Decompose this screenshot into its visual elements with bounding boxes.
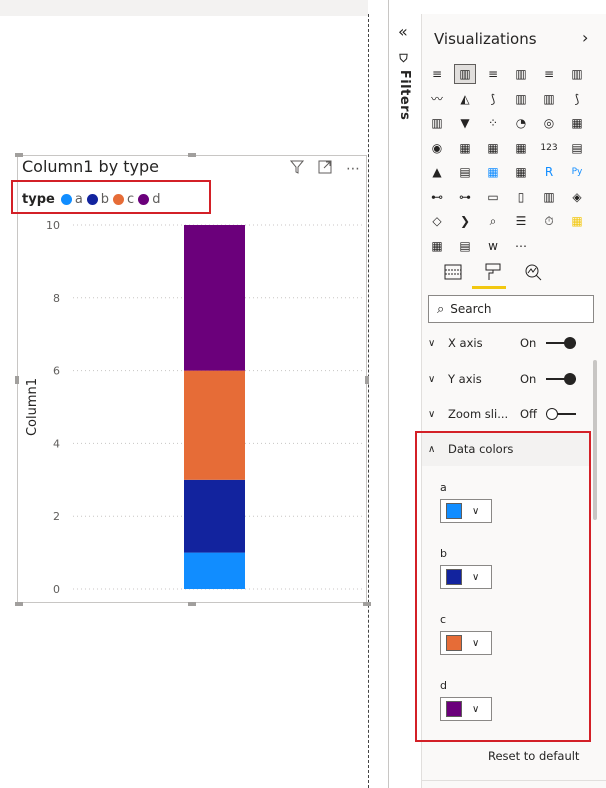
bar-segment-a[interactable]	[184, 552, 245, 589]
viz-type-icon[interactable]: ▦	[454, 138, 476, 158]
viz-type-icon[interactable]: ▤	[566, 138, 588, 158]
viz-type-icon[interactable]: ⊶	[454, 187, 476, 207]
viz-type-icon[interactable]: ▤	[454, 162, 476, 182]
viz-type-icon[interactable]: ▲	[426, 162, 448, 182]
y-tick-label: 0	[53, 583, 60, 596]
viz-type-icon[interactable]: ⋯	[510, 236, 532, 256]
zoom-slider-toggle[interactable]	[546, 408, 576, 420]
viz-type-icon[interactable]: R	[538, 162, 560, 182]
card-y-axis[interactable]: ∨ Y axis On	[428, 362, 594, 396]
viz-type-icon[interactable]: ▥	[538, 187, 560, 207]
y-axis-toggle[interactable]	[546, 373, 576, 385]
viz-type-icon[interactable]: ⊷	[426, 187, 448, 207]
viz-type-icon[interactable]: ⟆	[482, 89, 504, 109]
viz-type-icon[interactable]: ≡	[426, 64, 448, 84]
viz-type-icon[interactable]: ⌕	[482, 211, 504, 231]
pane-scrollbar[interactable]	[593, 360, 597, 520]
bar-segment-d[interactable]	[184, 225, 245, 371]
viz-type-icon[interactable]: ◈	[566, 187, 588, 207]
x-axis-toggle[interactable]	[546, 337, 576, 349]
reset-to-default-link[interactable]: Reset to default	[488, 749, 579, 763]
viz-type-icon[interactable]: ▦	[510, 162, 532, 182]
viz-type-icon[interactable]: ▥	[426, 113, 448, 133]
viz-type-icon[interactable]: ▦	[482, 138, 504, 158]
viz-type-icon[interactable]: ⟆	[566, 89, 588, 109]
viz-type-icon[interactable]: ◎	[538, 113, 560, 133]
chevron-down-icon: ∨	[428, 337, 436, 349]
active-tab-indicator	[472, 286, 506, 289]
card-x-axis[interactable]: ∨ X axis On	[428, 326, 594, 360]
viz-type-icon[interactable]: ▯	[510, 187, 532, 207]
page-boundary	[368, 14, 369, 788]
viz-type-icon[interactable]: ▭	[482, 187, 504, 207]
bar-segment-b[interactable]	[184, 479, 245, 553]
viz-type-icon[interactable]: ▦	[566, 211, 588, 231]
y-tick-label: 6	[53, 365, 60, 378]
viz-type-icon[interactable]: ▥	[510, 64, 532, 84]
viz-type-icon[interactable]: ▦	[426, 236, 448, 256]
chevron-down-icon: ∨	[428, 373, 436, 385]
divider	[422, 780, 606, 781]
bar-segment-c[interactable]	[184, 370, 245, 480]
format-icon[interactable]	[480, 262, 506, 288]
y-tick-label: 4	[53, 437, 60, 450]
viz-type-icon[interactable]: 〰	[426, 89, 448, 109]
viz-type-icon[interactable]: ▦	[566, 113, 588, 133]
legend-highlight-box	[11, 180, 211, 214]
viz-type-icon[interactable]: ▦	[482, 162, 504, 182]
viz-type-icon[interactable]: ◔	[510, 113, 532, 133]
search-input[interactable]: ⌕ Search	[428, 295, 594, 323]
fields-icon[interactable]	[440, 262, 466, 288]
viz-type-icon[interactable]: ◉	[426, 138, 448, 158]
viz-type-icon[interactable]: ▤	[454, 236, 476, 256]
viz-type-icon[interactable]: ▥	[566, 64, 588, 84]
y-tick-label: 10	[46, 219, 60, 232]
y-tick-label: 8	[53, 292, 60, 305]
chevron-right-icon[interactable]: ›	[582, 28, 588, 47]
viz-type-icon[interactable]: ⁘	[482, 113, 504, 133]
viz-type-icon[interactable]: ▼	[454, 113, 476, 133]
double-chevron-left-icon[interactable]: «	[398, 22, 408, 41]
viz-type-icon[interactable]: ≡	[538, 64, 560, 84]
card-zoom-slider[interactable]: ∨ Zoom sli... Off	[428, 397, 594, 431]
chart-plot: 0 2 4 6 8 10 Column1	[25, 219, 363, 596]
viz-type-icon[interactable]: ▥	[510, 89, 532, 109]
analytics-icon[interactable]	[520, 262, 546, 288]
viz-type-icon[interactable]: ▥	[454, 64, 476, 84]
filter-funnel-icon: ⛉	[398, 54, 411, 70]
chevron-down-icon: ∨	[428, 408, 436, 420]
viz-type-icon[interactable]: ≡	[482, 64, 504, 84]
viz-type-icon[interactable]: ☰	[510, 211, 532, 231]
viz-type-icon[interactable]: ▥	[538, 89, 560, 109]
viz-type-icon[interactable]: Py	[566, 162, 588, 182]
filters-label[interactable]: ⛉ Filters	[397, 54, 412, 120]
data-colors-highlight-box	[415, 431, 591, 742]
viz-type-icon[interactable]: ❯	[454, 211, 476, 231]
viz-type-icon[interactable]: ▦	[510, 138, 532, 158]
viz-type-icon[interactable]: 123	[538, 138, 560, 158]
viz-type-icon[interactable]: ⏱	[538, 211, 560, 231]
visual-type-gallery: ≡ ▥ ≡ ▥ ≡ ▥ 〰 ◭ ⟆ ▥ ▥ ⟆ ▥ ▼ ⁘ ◔ ◎ ▦ ◉ ▦ ▦ ▦ 123 ▤ ▲ ▤ ▦ ▦ R Py ⊷ ⊶ ▭ ▯ ▥ ◈ ◇…	[426, 64, 594, 260]
canvas-top-band	[0, 0, 368, 16]
viz-type-icon[interactable]: ◇	[426, 211, 448, 231]
pane-title: Visualizations	[434, 30, 537, 48]
viz-type-icon[interactable]: w	[482, 236, 504, 256]
y-tick-label: 2	[53, 510, 60, 523]
stacked-column-visual[interactable]: Column1 by type ⋯ type a b c d 0 2 4 6 8 10 Co…	[15, 153, 371, 606]
search-icon: ⌕	[437, 301, 445, 317]
viz-type-icon[interactable]: ◭	[454, 89, 476, 109]
y-axis-title: Column1	[25, 378, 40, 436]
